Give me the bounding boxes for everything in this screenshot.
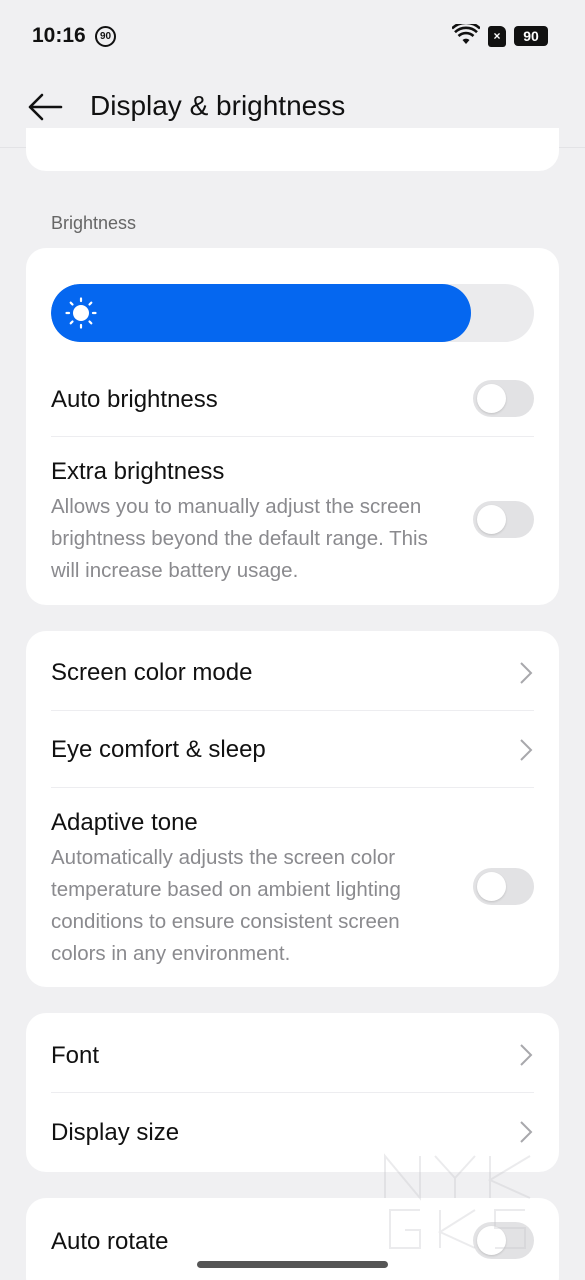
extra-brightness-label: Extra brightness <box>51 458 225 485</box>
battery-indicator: 90 <box>514 26 548 46</box>
auto-brightness-label: Auto brightness <box>51 386 218 413</box>
adaptive-tone-description: Automatically adjusts the screen color t… <box>51 846 401 965</box>
extra-brightness-description: Allows you to manually adjust the screen… <box>51 495 428 582</box>
previous-card <box>26 128 559 171</box>
watermark-logo <box>384 1153 531 1249</box>
chevron-right-icon <box>520 1044 533 1066</box>
brightness-slider-fill <box>51 284 472 342</box>
sun-icon <box>65 297 97 329</box>
divider <box>51 436 534 437</box>
adaptive-tone-label: Adaptive tone <box>51 809 198 836</box>
section-label-brightness: Brightness <box>51 213 137 233</box>
back-button[interactable] <box>22 84 68 130</box>
eye-comfort-row[interactable]: Eye comfort & sleep <box>26 711 559 787</box>
font-row[interactable]: Font <box>26 1013 559 1092</box>
adaptive-tone-toggle[interactable] <box>473 868 534 905</box>
chevron-right-icon <box>520 739 533 761</box>
notification-badge: 90 <box>95 26 116 47</box>
screen-color-mode-row[interactable]: Screen color mode <box>26 631 559 710</box>
extra-brightness-toggle[interactable] <box>473 501 534 538</box>
chevron-right-icon <box>520 662 533 684</box>
brightness-card: Auto brightness Extra brightness Allows … <box>26 248 559 605</box>
chevron-right-icon <box>520 1121 533 1143</box>
color-card: Screen color mode Eye comfort & sleep Ad… <box>26 631 559 987</box>
divider <box>51 787 534 788</box>
toggle-knob <box>477 384 506 413</box>
brightness-slider[interactable] <box>51 284 534 342</box>
sim-status-icon: × <box>488 26 506 47</box>
eye-comfort-label: Eye comfort & sleep <box>51 736 266 763</box>
font-label: Font <box>51 1042 100 1069</box>
arrow-left-icon <box>28 93 63 121</box>
auto-brightness-toggle[interactable] <box>473 380 534 417</box>
home-indicator[interactable] <box>197 1261 388 1268</box>
status-time: 10:16 <box>32 24 86 47</box>
wifi-icon <box>452 24 480 44</box>
toggle-knob <box>477 872 506 901</box>
screen-color-mode-label: Screen color mode <box>51 659 253 686</box>
auto-rotate-label: Auto rotate <box>51 1228 169 1255</box>
display-size-label: Display size <box>51 1119 180 1146</box>
page-title: Display & brightness <box>90 90 346 121</box>
status-bar: 10:16 90 × 90 <box>0 0 585 72</box>
toggle-knob <box>477 505 506 534</box>
